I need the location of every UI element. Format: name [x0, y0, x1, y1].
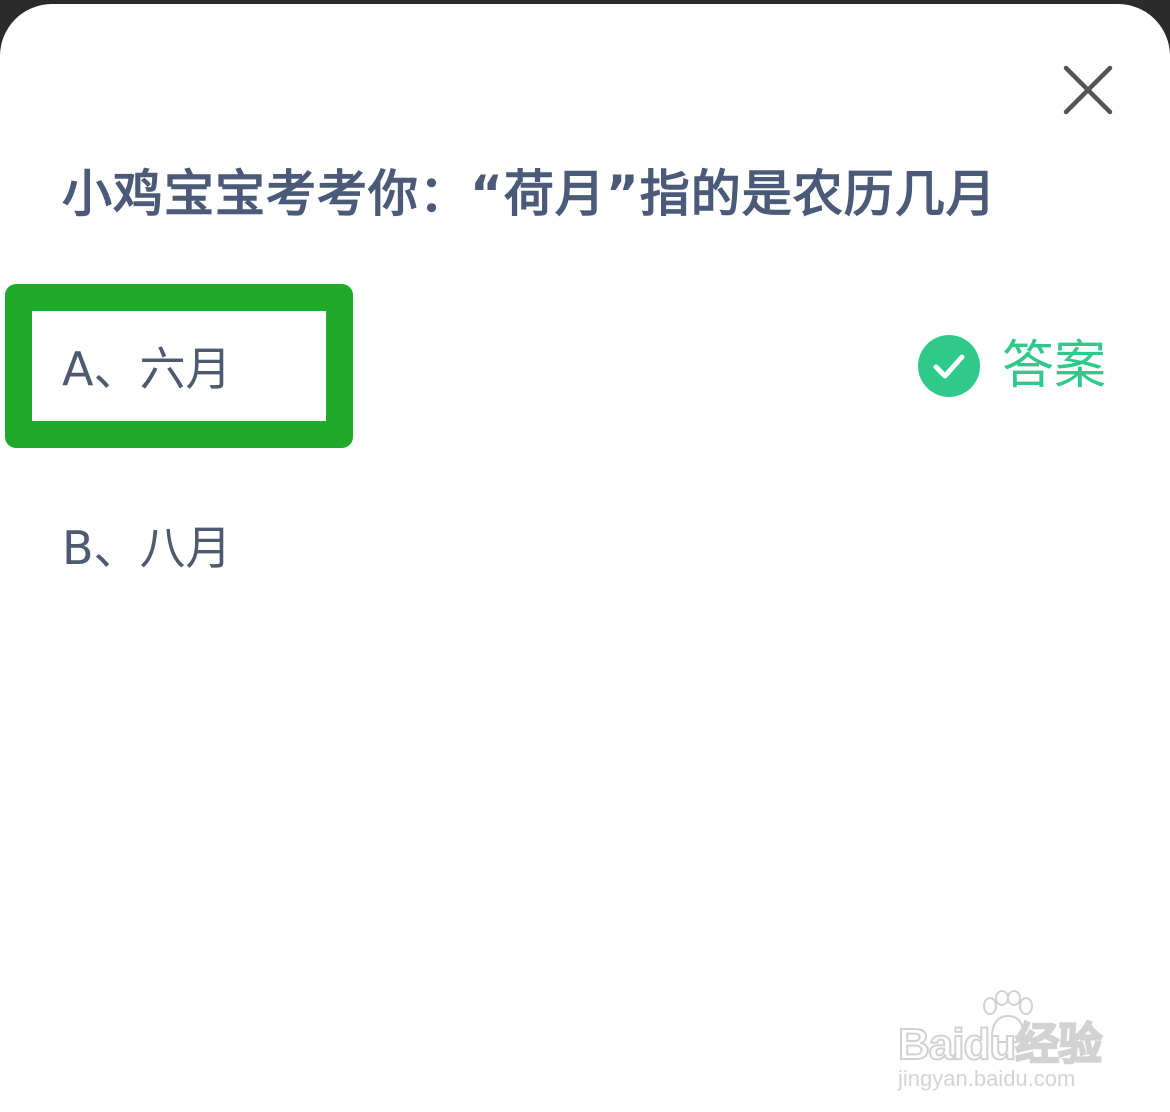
option-b[interactable]: B、八月	[62, 518, 232, 578]
close-button[interactable]	[1058, 60, 1118, 120]
check-circle-icon	[918, 335, 980, 397]
close-icon	[1063, 65, 1113, 115]
baidu-jingyan-watermark: Baidu经验 jingyan.baidu.com	[897, 990, 1118, 1100]
quiz-dialog: 小鸡宝宝考考你：“荷月”指的是农历几月 A、六月 B、八月 答案 Baidu经验…	[0, 4, 1170, 1112]
option-a[interactable]: A、六月	[62, 339, 231, 399]
watermark-url: jingyan.baidu.com	[898, 1066, 1076, 1091]
question-text: 小鸡宝宝考考你：“荷月”指的是农历几月	[62, 165, 997, 223]
watermark-brand: Baidu经验	[897, 1019, 1103, 1070]
answer-label: 答案	[1002, 336, 1107, 396]
answer-indicator: 答案	[918, 334, 1106, 398]
baidu-paw-icon	[983, 990, 1033, 1043]
